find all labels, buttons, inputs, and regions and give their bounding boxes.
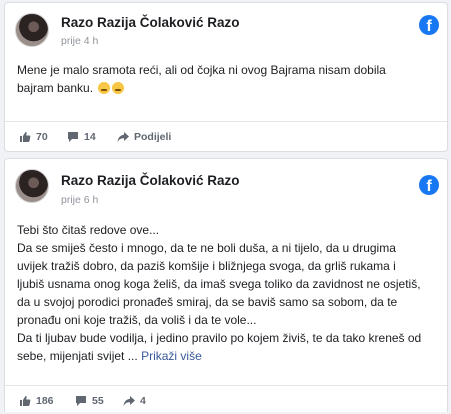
post-time[interactable]: prije 4 h <box>61 35 98 47</box>
likes-count[interactable]: 70 <box>19 131 48 143</box>
post-time[interactable]: prije 6 h <box>61 194 98 206</box>
pensive-emoji-icon <box>98 82 111 94</box>
share-button[interactable]: Podijeli <box>117 131 171 143</box>
avatar[interactable] <box>15 169 49 203</box>
facebook-logo-icon[interactable]: f <box>419 15 439 35</box>
comments-value: 55 <box>92 395 104 407</box>
author-name[interactable]: Razo Razija Čolaković Razo <box>61 15 240 30</box>
post-footer: 70 14 Podijeli <box>5 121 447 153</box>
likes-value: 186 <box>36 395 54 407</box>
post-text: Mene je malo sramota reći, ali od čojka … <box>17 61 441 97</box>
text-line: Da ti ljubav bude vodilja, i jedino prav… <box>17 331 422 345</box>
text-line-content: sebe, mijenjati svijet ... <box>17 349 138 363</box>
shares-value: 4 <box>140 395 146 407</box>
comments-count[interactable]: 55 <box>75 395 104 407</box>
author-name[interactable]: Razo Razija Čolaković Razo <box>61 173 240 188</box>
thumbs-up-icon <box>20 132 31 142</box>
post-text: Tebi što čitaš redove ove... Da se smije… <box>17 221 441 365</box>
share-arrow-icon <box>117 132 129 142</box>
text-line: bajram banku. <box>17 79 441 97</box>
see-more-link[interactable]: Prikaži više <box>141 349 202 363</box>
likes-count[interactable]: 186 <box>19 395 54 407</box>
comment-icon <box>76 396 86 406</box>
text-line: sebe, mijenjati svijet ... Prikaži više <box>17 347 441 365</box>
text-line: pronađu oni koje tražiš, da voliš i da t… <box>17 313 257 327</box>
share-label: Podijeli <box>134 131 172 143</box>
post-card: Razo Razija Čolaković Razo prije 4 h f M… <box>4 2 448 152</box>
facebook-logo-icon[interactable]: f <box>419 175 439 195</box>
comments-count[interactable]: 14 <box>67 131 96 143</box>
text-line: Tebi što čitaš redove ove... <box>17 223 160 237</box>
share-arrow-icon <box>123 396 135 406</box>
thumbs-up-icon <box>20 396 31 406</box>
shares-count[interactable]: 4 <box>123 395 146 407</box>
text-line: uvijek tražiš dobro, da paziš komšije i … <box>17 259 396 273</box>
text-line: da u svojoj porodici pronađeš smiraj, da… <box>17 295 398 309</box>
text-line: Da se smiješ često i mnogo, da te ne bol… <box>17 241 396 255</box>
likes-value: 70 <box>36 131 48 143</box>
text-line: ljubiš usnama onog koga želiš, da imaš s… <box>17 277 421 291</box>
text-line: Mene je malo sramota reći, ali od čojka … <box>17 63 386 77</box>
post-card: Razo Razija Čolaković Razo prije 6 h f T… <box>4 158 448 412</box>
comments-value: 14 <box>84 131 96 143</box>
comment-icon <box>68 132 78 142</box>
avatar[interactable] <box>15 13 49 47</box>
post-footer: 186 55 4 <box>5 385 447 414</box>
text-line-content: bajram banku. <box>17 81 94 95</box>
pensive-emoji-icon <box>112 82 125 94</box>
